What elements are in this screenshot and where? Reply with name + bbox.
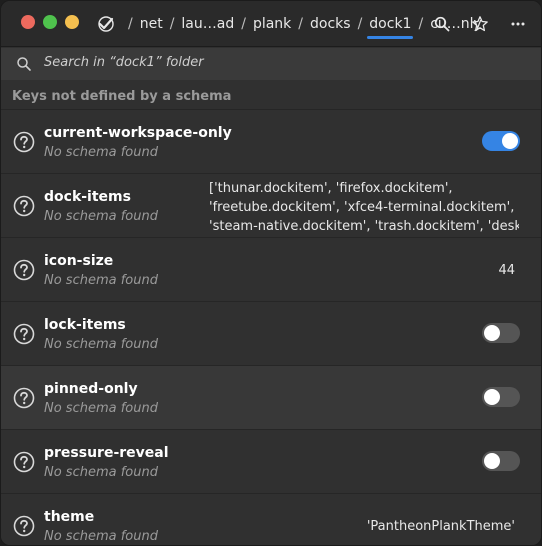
list-item-pinned-only[interactable]: pinned-only No schema found (1, 365, 541, 429)
keys-list: current-workspace-only No schema found d… (1, 109, 541, 545)
breadcrumb-plank[interactable]: plank (253, 16, 291, 32)
toggle-switch[interactable] (482, 387, 520, 407)
header-bar: / net / lau…ad / plank / docks / dock1 /… (1, 1, 541, 47)
key-name: dock-items (44, 189, 131, 205)
key-schema-status: No schema found (44, 273, 158, 288)
breadcrumb-launchpad[interactable]: lau…ad (181, 16, 234, 32)
list-item-lock-items[interactable]: lock-items No schema found (1, 301, 541, 365)
toggle-switch[interactable] (482, 131, 520, 151)
search-bar[interactable]: Search in “dock1” folder (1, 48, 541, 80)
search-placeholder: Search in “dock1” folder (44, 55, 204, 70)
help-icon (13, 323, 35, 345)
key-schema-status: No schema found (44, 401, 158, 416)
section-header: Keys not defined by a schema (12, 89, 232, 104)
breadcrumb: / net / lau…ad / plank / docks / dock1 /… (97, 1, 482, 47)
breadcrumb-dock1[interactable]: dock1 (367, 16, 414, 39)
menu-icon (511, 22, 525, 26)
search-icon (434, 16, 450, 32)
list-item-dock-items[interactable]: dock-items No schema found ['thunar.dock… (1, 173, 541, 237)
help-icon (13, 451, 35, 473)
help-icon (13, 515, 35, 537)
minimize-button[interactable] (65, 15, 79, 29)
key-value-line: 'freetube.dockitem', 'xfce4-terminal.doc… (209, 200, 515, 215)
toggle-switch[interactable] (482, 451, 520, 471)
key-name: icon-size (44, 253, 114, 269)
key-schema-status: No schema found (44, 145, 158, 160)
main-menu-button[interactable] (507, 13, 529, 35)
key-value-line: ['thunar.dockitem', 'firefox.dockitem', (209, 181, 453, 196)
key-name: pressure-reveal (44, 445, 169, 461)
help-icon (13, 131, 35, 153)
toggle-knob (484, 325, 500, 341)
dconf-editor-window: / net / lau…ad / plank / docks / dock1 /… (0, 0, 542, 546)
key-name: current-workspace-only (44, 125, 232, 141)
breadcrumb-docks[interactable]: docks (310, 16, 351, 32)
key-value: ['thunar.dockitem', 'firefox.dockitem', … (209, 179, 519, 236)
dconf-root-icon[interactable] (97, 15, 115, 33)
key-schema-status: No schema found (44, 529, 158, 544)
key-name: pinned-only (44, 381, 138, 397)
toggle-knob (484, 389, 500, 405)
key-schema-status: No schema found (44, 465, 158, 480)
list-item-pressure-reveal[interactable]: pressure-reveal No schema found (1, 429, 541, 493)
toggle-knob (484, 453, 500, 469)
search-button[interactable] (431, 13, 453, 35)
bookmark-button[interactable] (469, 13, 491, 35)
help-icon (13, 195, 35, 217)
search-icon (17, 57, 31, 71)
key-name: lock-items (44, 317, 126, 333)
key-schema-status: No schema found (44, 337, 158, 352)
key-value: 44 (498, 263, 515, 278)
breadcrumb-separator: / (169, 16, 175, 32)
star-icon (472, 16, 488, 32)
key-value: 'PantheonPlankTheme' (366, 519, 515, 534)
breadcrumb-separator: / (128, 16, 133, 32)
breadcrumb-separator: / (241, 16, 246, 32)
maximize-button[interactable] (43, 15, 57, 29)
toggle-switch[interactable] (482, 323, 520, 343)
list-item-current-workspace-only[interactable]: current-workspace-only No schema found (1, 109, 541, 173)
key-name: theme (44, 509, 95, 525)
breadcrumb-separator: / (418, 16, 424, 32)
help-icon (13, 259, 35, 281)
help-icon (13, 387, 35, 409)
list-item-theme[interactable]: theme No schema found 'PantheonPlankThem… (1, 493, 541, 545)
breadcrumb-separator: / (298, 16, 304, 32)
breadcrumb-net[interactable]: net (140, 16, 163, 32)
list-item-icon-size[interactable]: icon-size No schema found 44 (1, 237, 541, 301)
close-button[interactable] (21, 15, 35, 29)
key-schema-status: No schema found (44, 209, 158, 224)
key-value-line: 'steam-native.dockitem', 'trash.dockitem… (209, 219, 519, 234)
toggle-knob (502, 133, 518, 149)
breadcrumb-separator: / (357, 16, 363, 32)
